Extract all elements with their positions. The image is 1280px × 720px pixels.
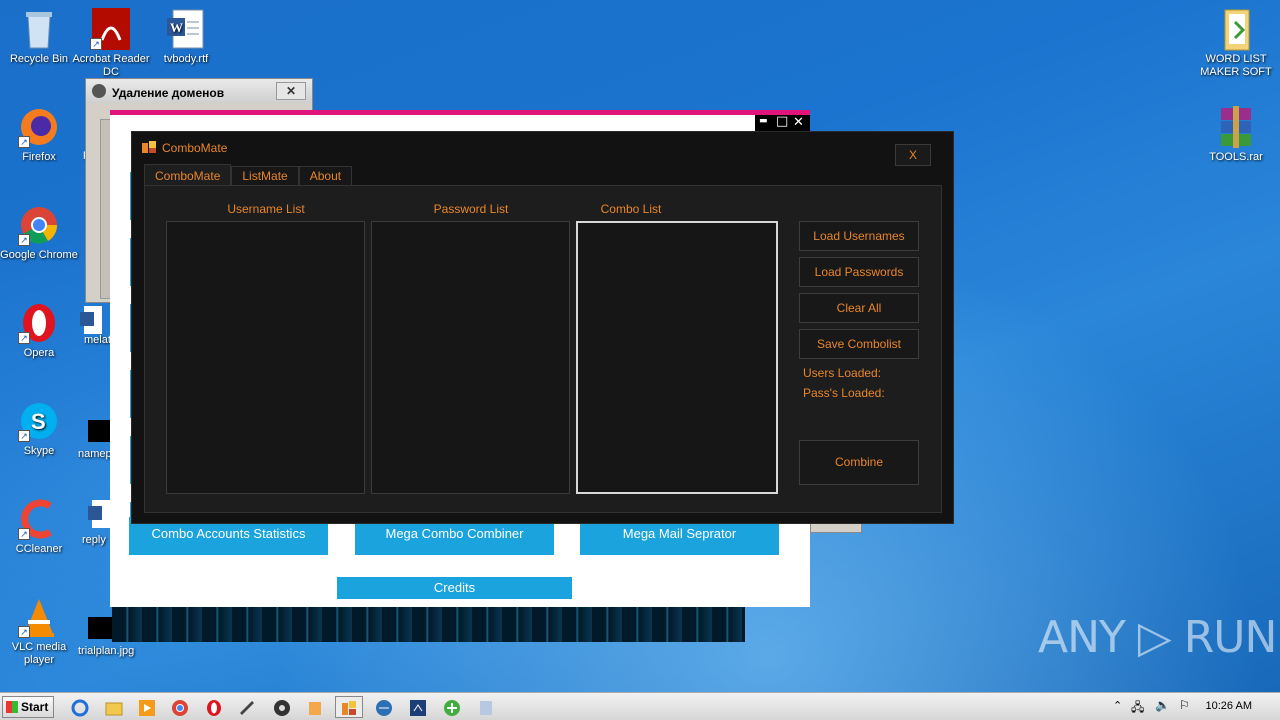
tab-bar: ComboMate ListMate About [144,164,353,186]
desktop-icon-vlc[interactable]: ↗ VLC media player [0,596,78,667]
flag-icon[interactable]: ⚐ [1179,698,1190,712]
username-listbox[interactable] [166,221,365,494]
desktop-icon-tools-rar[interactable]: TOOLS.rar [1196,106,1276,164]
system-tray: ⌃ 🖧 🔈 ⚐ 10:26 AM [1105,693,1280,720]
winrar-icon [1215,106,1257,148]
desktop-icon-tvbody[interactable]: W tvbody.rtf [147,8,225,66]
image-icon [88,617,112,639]
tab-about[interactable]: About [298,166,353,186]
folder-icon [1215,8,1257,51]
app6-icon[interactable] [438,696,466,718]
back-dialog-title: Удаление доменов ✕ [86,79,312,103]
chrome-icon: ↗ [18,204,60,246]
tab-listmate[interactable]: ListMate [231,166,299,186]
app-icon [92,84,106,98]
clock[interactable]: 10:26 AM [1206,700,1252,712]
desktop-icon-melat[interactable]: melat [80,306,112,347]
chrome-icon[interactable] [166,696,194,718]
back-app-scroll-fragment [810,523,862,533]
svg-text:S: S [31,409,46,434]
credits-button[interactable]: Credits [337,577,572,599]
minimize-button[interactable]: ▬ [759,116,768,126]
combomate-logo-icon [142,141,156,153]
desktop-icon-recycle-bin[interactable]: Recycle Bin [0,8,78,66]
window-title: ComboMate [162,141,228,155]
desktop-icon-acrobat[interactable]: ↗ Acrobat Reader DC [72,8,150,79]
firefox-icon: ↗ [18,106,60,148]
windows-logo-icon [6,701,18,713]
combo-listbox[interactable] [576,221,778,494]
opera-icon[interactable] [200,696,228,718]
desktop-icon-skype[interactable]: S ↗ Skype [0,400,78,458]
skype-icon: S ↗ [18,400,60,442]
vlc-icon: ↗ [18,596,60,638]
password-listbox[interactable] [371,221,570,494]
password-list-label: Password List [433,202,509,216]
app5-icon[interactable] [404,696,432,718]
desktop-icon-reply[interactable]: reply [82,500,112,547]
tab-combomate[interactable]: ComboMate [144,164,232,186]
network-icon[interactable]: 🖧 [1131,698,1144,719]
back-app-titlebar [110,110,810,115]
word-doc-icon: W [165,8,207,50]
desktop-icon-ccleaner[interactable]: ↗ CCleaner [0,498,78,556]
desktop-icon-opera[interactable]: ↗ Opera [0,302,78,360]
app4-icon[interactable] [370,696,398,718]
users-loaded-label: Users Loaded: [803,366,882,380]
media-player-icon[interactable] [133,696,161,718]
svg-text:W: W [170,20,183,35]
clear-all-button[interactable]: Clear All [799,293,919,323]
recycle-bin-icon [18,8,60,50]
ccleaner-icon: ↗ [18,498,60,540]
app-icon[interactable] [233,696,261,718]
desktop-icon-word-list-maker[interactable]: WORD LIST MAKER SOFT [1196,8,1276,79]
combomate-panel: Username List Password List Combo List L… [144,185,942,513]
back-app-controls: ▬ □ ✕ [755,114,810,132]
matrix-image-strip [112,607,745,642]
taskbar: Start ⌃ 🖧 🔈 ⚐ 10:26 AM [0,692,1280,720]
combomate-taskbar-icon[interactable] [335,696,363,718]
combomate-window[interactable]: ComboMate X ComboMate ListMate About Use… [131,131,954,524]
acrobat-icon: ↗ [90,8,132,50]
opera-icon: ↗ [18,302,60,344]
start-button[interactable]: Start [2,696,54,718]
desktop-icon-namep[interactable]: namep [78,420,112,461]
ie-icon[interactable] [66,696,94,718]
word-doc-icon [88,500,110,528]
app3-icon[interactable] [301,696,329,718]
anyrun-watermark: ANY ▷ RUN [1038,612,1277,663]
save-combolist-button[interactable]: Save Combolist [799,329,919,359]
username-list-label: Username List [227,202,305,216]
maximize-button[interactable]: □ [776,114,788,129]
app7-icon[interactable] [472,696,500,718]
combine-button[interactable]: Combine [799,440,919,485]
load-usernames-button[interactable]: Load Usernames [799,221,919,251]
volume-icon[interactable]: 🔈 [1155,698,1170,712]
explorer-icon[interactable] [100,696,128,718]
combo-list-label: Combo List [600,202,662,216]
back-dialog-close-button[interactable]: ✕ [276,82,306,100]
app2-icon[interactable] [268,696,296,718]
word-doc-icon [80,306,102,334]
close-button[interactable]: X [895,144,931,166]
tray-expand-icon[interactable]: ⌃ [1113,699,1122,712]
close-button[interactable]: ✕ [793,115,804,130]
load-passwords-button[interactable]: Load Passwords [799,257,919,287]
pass-loaded-label: Pass's Loaded: [803,386,885,400]
image-icon [88,420,112,442]
